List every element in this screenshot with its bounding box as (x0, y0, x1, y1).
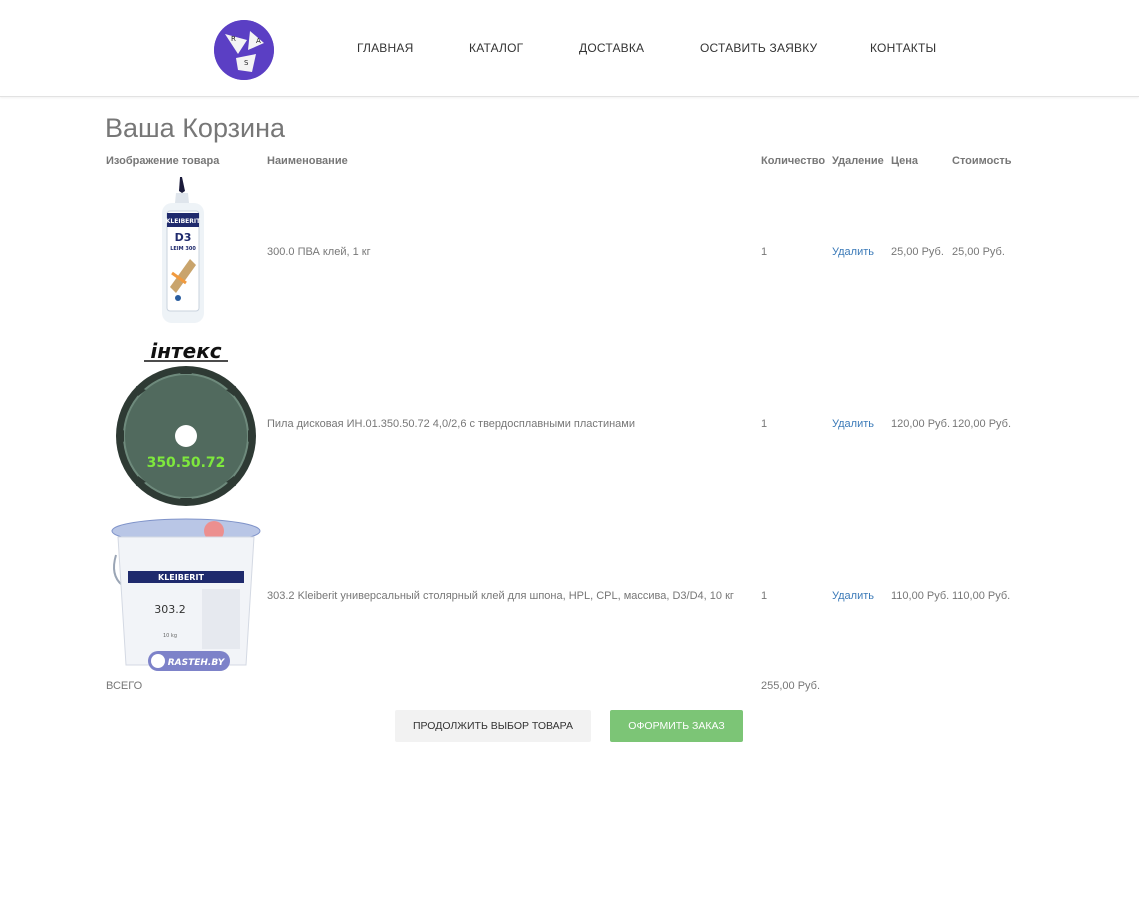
glue-bucket-image[interactable]: KLEIBERIT 303.2 10 kg RASTEH.BY (106, 515, 266, 677)
saw-brand-label: інтекс (150, 339, 221, 363)
place-order-button[interactable]: Оформить заказ (610, 710, 743, 742)
bucket-badge-label: RASTEH.BY (168, 658, 226, 668)
remove-link[interactable]: Удалить (832, 246, 874, 258)
bottle-code-label: D3 (175, 231, 192, 244)
nav-link-home[interactable]: ГЛАВНАЯ (357, 41, 413, 55)
column-header-qty: Количество (761, 155, 826, 167)
logo-letter-a: A (256, 37, 261, 45)
nav-link-request[interactable]: ОСТАВИТЬ ЗАЯВКУ (700, 41, 817, 55)
bottle-sub-label: LEIM 300 (170, 246, 196, 252)
saw-blade-image[interactable]: інтекс 350.50.72 (106, 336, 266, 508)
column-header-image: Изображение товара (106, 155, 220, 167)
bucket-brand-label: KLEIBERIT (158, 573, 204, 582)
product-name[interactable]: Пила дисковая ИН.01.350.50.72 4,0/2,6 с … (267, 418, 635, 430)
logo-letter-s: S (244, 59, 249, 67)
summary-total: 255,00 Руб. (761, 680, 821, 692)
glue-bottle-image[interactable]: KLEIBERIT D3 LEIM 300 (106, 175, 266, 325)
product-qty: 1 (761, 590, 768, 602)
product-price: 120,00 Руб. (891, 418, 951, 430)
product-price: 25,00 Руб. (891, 246, 944, 258)
product-qty: 1 (761, 246, 768, 258)
bucket-code-label: 303.2 (154, 603, 186, 616)
saw-code-label: 350.50.72 (147, 455, 226, 471)
column-header-remove: Удаление (832, 155, 884, 167)
summary-label: ВСЕГО (106, 680, 143, 692)
nav-link-catalog[interactable]: КАТАЛОГ (469, 41, 523, 55)
remove-link[interactable]: Удалить (832, 418, 874, 430)
product-total: 110,00 Руб. (952, 590, 1011, 602)
bucket-weight-label: 10 kg (163, 633, 177, 639)
column-header-total: Стоимость (952, 155, 1012, 167)
product-name[interactable]: 300.0 ПВА клей, 1 кг (267, 246, 371, 258)
bottle-brand-label: KLEIBERIT (166, 218, 201, 225)
nav-link-contacts[interactable]: КОНТАКТЫ (870, 41, 936, 55)
product-name[interactable]: 303.2 Kleiberit универсальный столярный … (267, 590, 734, 602)
product-price: 110,00 Руб. (891, 590, 950, 602)
logo-letter-r: R (231, 35, 236, 43)
product-total: 25,00 Руб. (952, 246, 1005, 258)
ras-logo-icon[interactable]: R A S (214, 20, 274, 80)
logo-graphic: R A S (214, 20, 274, 80)
product-total: 120,00 Руб. (952, 418, 1012, 430)
remove-link[interactable]: Удалить (832, 590, 874, 602)
product-qty: 1 (761, 418, 768, 430)
continue-shopping-button[interactable]: Продолжить выбор товара (395, 710, 591, 742)
page-title: Ваша Корзина (105, 113, 286, 143)
site-header: R A S ГЛАВНАЯ КАТАЛОГ ДОСТАВКА ОСТАВИТЬ … (0, 0, 1139, 97)
column-header-name: Наименование (267, 155, 348, 167)
nav-link-delivery[interactable]: ДОСТАВКА (579, 41, 644, 55)
column-header-price: Цена (891, 155, 919, 167)
